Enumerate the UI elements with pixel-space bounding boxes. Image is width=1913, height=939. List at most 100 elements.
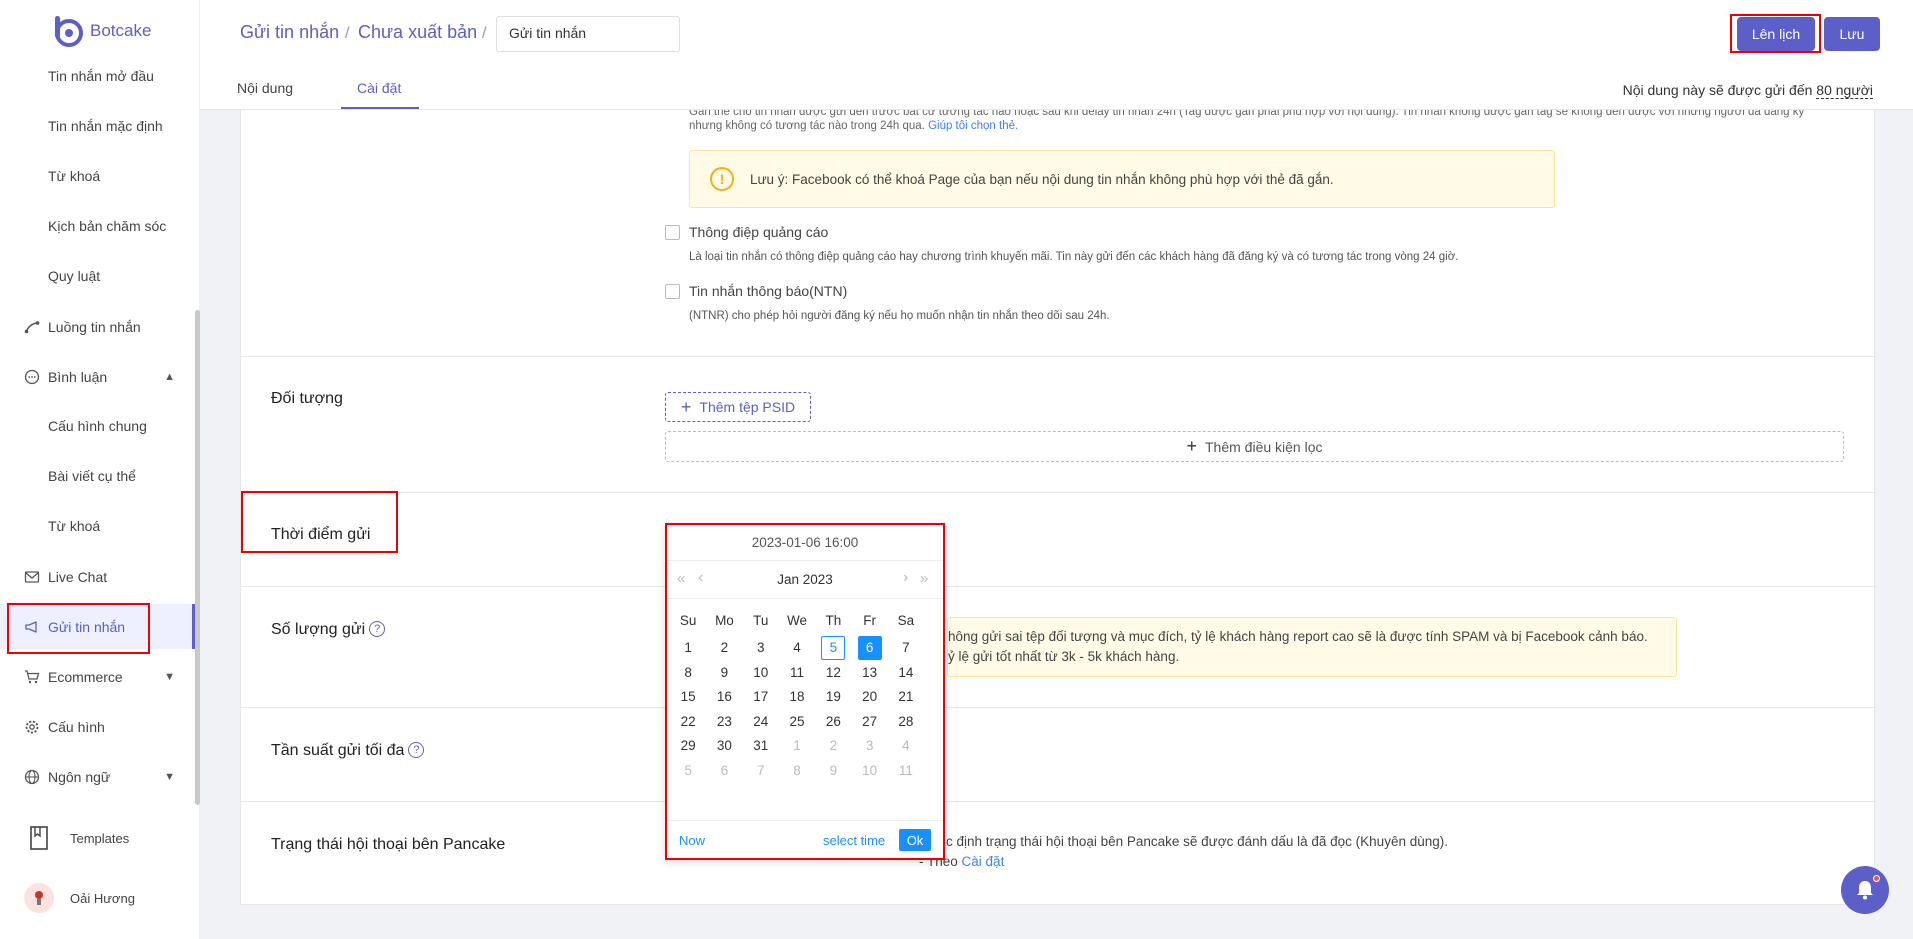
sidebar-item-rules[interactable]: Quy luật <box>0 256 195 296</box>
save-button[interactable]: Lưu <box>1824 17 1880 51</box>
breadcrumb-unpublished[interactable]: Chưa xuất bản <box>358 22 477 43</box>
date-cell[interactable]: 18 <box>779 685 815 709</box>
ok-button[interactable]: Ok <box>899 829 931 851</box>
breadcrumb-send-message[interactable]: Gửi tin nhắn <box>240 22 339 43</box>
sidebar-item-label: Tin nhắn mở đầu <box>48 68 154 84</box>
date-cell-label: 6 <box>857 636 882 660</box>
date-cell[interactable]: 7 <box>888 636 924 660</box>
plus-icon: + <box>680 396 692 417</box>
date-cell[interactable]: 19 <box>815 685 851 709</box>
date-cell[interactable]: 9 <box>815 759 851 783</box>
date-cell[interactable]: 10 <box>743 661 779 685</box>
sidebar-item-comment-keywords[interactable]: Từ khoá <box>0 506 195 546</box>
sidebar-item-live-chat[interactable]: Live Chat <box>0 557 195 597</box>
pancake-settings-link[interactable]: Cài đặt <box>962 854 1005 869</box>
audience-count[interactable]: 80 người <box>1816 82 1873 99</box>
date-cell[interactable]: 17 <box>743 685 779 709</box>
help-choose-tag-link[interactable]: Giúp tôi chọn thẻ. <box>928 120 1018 132</box>
date-cell-label: 24 <box>753 713 769 729</box>
date-cell[interactable]: 27 <box>851 710 887 734</box>
settings-panel: Gắn thẻ cho tin nhắn được gửi đến trước … <box>240 110 1876 905</box>
sidebar-item-specific-post[interactable]: Bài viết cụ thể <box>0 456 195 496</box>
app-logo[interactable]: Botcake <box>50 14 151 48</box>
sidebar-item-send-message[interactable]: Gửi tin nhắn <box>0 604 195 649</box>
date-cell[interactable]: 3 <box>743 636 779 660</box>
date-cell[interactable]: 12 <box>815 661 851 685</box>
sidebar-item-language[interactable]: Ngôn ngữ ▼ <box>0 757 195 797</box>
sidebar-user[interactable]: Oải Hương <box>0 878 195 918</box>
sidebar-item-keywords[interactable]: Từ khoá <box>0 156 195 196</box>
sidebar-item-settings[interactable]: Cấu hình <box>0 707 195 747</box>
notification-message-checkbox[interactable] <box>665 284 680 299</box>
prev-year-icon[interactable]: « <box>677 570 685 587</box>
date-cell[interactable]: 8 <box>779 759 815 783</box>
date-cell[interactable]: 11 <box>888 759 924 783</box>
add-filter-button[interactable]: + Thêm điều kiện lọc <box>665 431 1844 462</box>
date-cell[interactable]: 31 <box>743 734 779 758</box>
now-button[interactable]: Now <box>679 833 705 848</box>
sidebar-item-comments[interactable]: Bình luận ▲ <box>0 357 195 397</box>
date-cell[interactable]: 14 <box>888 661 924 685</box>
date-cell[interactable]: 20 <box>851 685 887 709</box>
date-cell[interactable]: 1 <box>779 734 815 758</box>
date-cell[interactable]: 9 <box>706 661 742 685</box>
tab-settings[interactable]: Cài đặt <box>357 80 401 96</box>
date-cell[interactable]: 2 <box>815 734 851 758</box>
prev-month-icon[interactable]: ‹ <box>698 569 703 587</box>
date-cell[interactable]: 8 <box>670 661 706 685</box>
date-cell[interactable]: 1 <box>670 636 706 660</box>
date-cell[interactable]: 26 <box>815 710 851 734</box>
send-count-title: Số lượng gửi? <box>271 621 386 639</box>
date-cell[interactable]: 23 <box>706 710 742 734</box>
date-cell[interactable]: 29 <box>670 734 706 758</box>
date-cell[interactable]: 6 <box>706 759 742 783</box>
promo-message-checkbox[interactable] <box>665 225 680 240</box>
date-cell[interactable]: 30 <box>706 734 742 758</box>
help-question-icon[interactable]: ? <box>369 621 386 637</box>
date-cell[interactable]: 11 <box>779 661 815 685</box>
date-cell[interactable]: 25 <box>779 710 815 734</box>
sidebar-item-ecommerce[interactable]: Ecommerce ▼ <box>0 657 195 697</box>
date-picker-value[interactable]: 2023-01-06 16:00 <box>667 525 943 561</box>
date-cell-label: 1 <box>793 738 801 754</box>
next-year-icon[interactable]: » <box>920 570 928 587</box>
sidebar-item-care-script[interactable]: Kịch bản chăm sóc <box>0 206 195 246</box>
date-cell[interactable]: 4 <box>779 636 815 660</box>
schedule-button[interactable]: Lên lịch <box>1737 17 1815 51</box>
help-question-icon[interactable]: ? <box>408 742 425 758</box>
next-month-icon[interactable]: › <box>903 569 908 587</box>
section-divider <box>241 707 1876 708</box>
notification-dot <box>1873 875 1880 882</box>
date-cell[interactable]: 4 <box>888 734 924 758</box>
date-cell[interactable]: 5 <box>815 636 851 660</box>
date-cell[interactable]: 28 <box>888 710 924 734</box>
add-psid-button[interactable]: + Thêm tệp PSID <box>665 392 811 422</box>
sidebar-item-general-config[interactable]: Cấu hình chung <box>0 406 195 446</box>
max-frequency-title-text: Tần suất gửi tối đa <box>271 742 405 759</box>
date-cell[interactable]: 13 <box>851 661 887 685</box>
date-cell[interactable]: 10 <box>851 759 887 783</box>
sidebar-scrollbar[interactable] <box>195 310 200 805</box>
globe-icon <box>24 769 40 785</box>
date-cell[interactable]: 16 <box>706 685 742 709</box>
notification-message-label[interactable]: Tin nhắn thông báo(NTN) <box>689 283 847 299</box>
date-cell[interactable]: 7 <box>743 759 779 783</box>
date-cell-label: 11 <box>790 664 805 680</box>
date-cell[interactable]: 3 <box>851 734 887 758</box>
message-name-input[interactable]: Gửi tin nhắn <box>496 16 680 52</box>
notification-button[interactable] <box>1841 866 1889 914</box>
date-cell[interactable]: 24 <box>743 710 779 734</box>
select-time-button[interactable]: select time <box>823 833 885 848</box>
sidebar-item-default-message[interactable]: Tin nhắn mặc định <box>0 106 195 146</box>
tab-content[interactable]: Nội dung <box>237 80 293 96</box>
promo-message-label[interactable]: Thông điệp quảng cáo <box>689 224 828 240</box>
date-cell[interactable]: 22 <box>670 710 706 734</box>
sidebar-item-message-flow[interactable]: Luồng tin nhắn <box>0 307 195 347</box>
date-cell[interactable]: 5 <box>670 759 706 783</box>
sidebar-item-welcome-message[interactable]: Tin nhắn mở đầu <box>0 56 195 96</box>
date-cell[interactable]: 15 <box>670 685 706 709</box>
date-cell[interactable]: 6 <box>851 636 887 660</box>
date-cell[interactable]: 21 <box>888 685 924 709</box>
date-cell[interactable]: 2 <box>706 636 742 660</box>
sidebar-item-templates[interactable]: Templates <box>0 818 195 858</box>
